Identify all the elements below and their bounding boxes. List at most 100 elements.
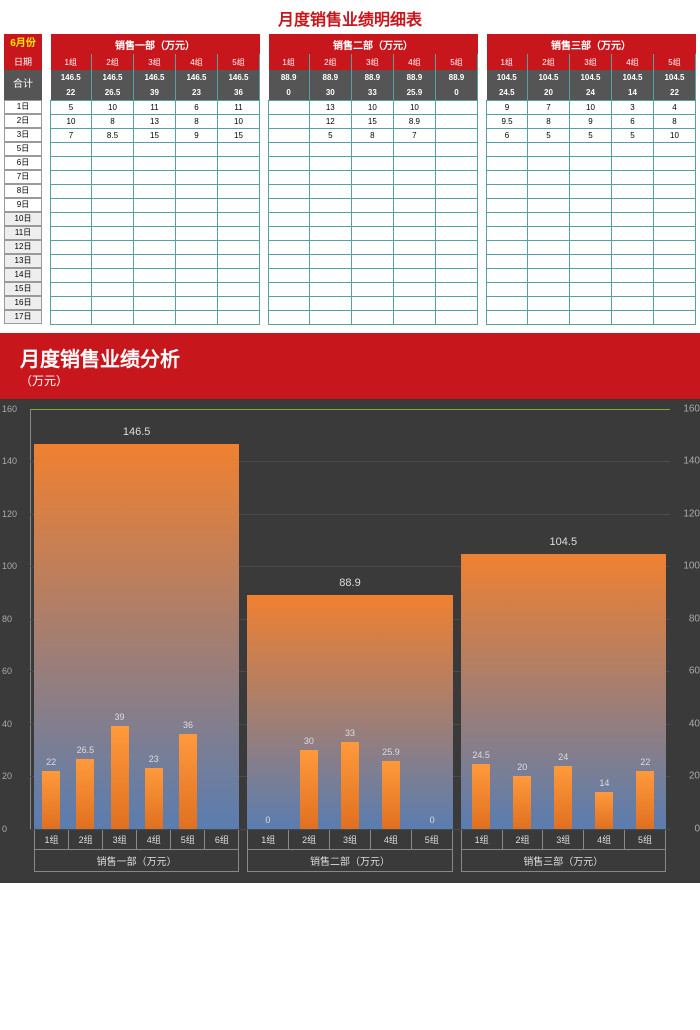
data-cell[interactable]	[217, 212, 259, 226]
data-cell[interactable]	[92, 240, 134, 254]
data-cell[interactable]: 8	[528, 114, 570, 128]
data-cell[interactable]	[217, 156, 259, 170]
data-cell[interactable]	[351, 254, 393, 268]
data-cell[interactable]	[51, 310, 92, 324]
data-cell[interactable]	[92, 142, 134, 156]
data-cell[interactable]	[133, 226, 175, 240]
data-cell[interactable]	[393, 254, 435, 268]
data-cell[interactable]	[393, 184, 435, 198]
data-cell[interactable]: 5	[51, 100, 92, 114]
data-cell[interactable]	[309, 198, 351, 212]
data-cell[interactable]	[269, 282, 310, 296]
data-cell[interactable]	[393, 268, 435, 282]
data-cell[interactable]	[217, 142, 259, 156]
data-cell[interactable]	[269, 212, 310, 226]
data-cell[interactable]	[611, 170, 653, 184]
data-cell[interactable]	[435, 296, 477, 310]
data-cell[interactable]	[653, 226, 695, 240]
data-cell[interactable]: 8	[351, 128, 393, 142]
data-cell[interactable]	[653, 184, 695, 198]
data-cell[interactable]	[435, 268, 477, 282]
data-cell[interactable]	[175, 296, 217, 310]
data-cell[interactable]	[351, 296, 393, 310]
data-cell[interactable]	[653, 310, 695, 324]
data-cell[interactable]: 13	[309, 100, 351, 114]
data-cell[interactable]	[309, 296, 351, 310]
data-cell[interactable]	[51, 254, 92, 268]
data-cell[interactable]	[269, 310, 310, 324]
data-cell[interactable]	[569, 142, 611, 156]
data-cell[interactable]	[528, 240, 570, 254]
data-cell[interactable]	[51, 240, 92, 254]
data-cell[interactable]	[269, 198, 310, 212]
data-cell[interactable]: 8	[92, 114, 134, 128]
data-cell[interactable]	[133, 296, 175, 310]
data-cell[interactable]: 3	[611, 100, 653, 114]
data-cell[interactable]	[435, 184, 477, 198]
data-cell[interactable]: 9	[175, 128, 217, 142]
data-cell[interactable]	[393, 310, 435, 324]
data-cell[interactable]	[351, 170, 393, 184]
data-cell[interactable]: 15	[133, 128, 175, 142]
data-cell[interactable]	[51, 296, 92, 310]
data-cell[interactable]	[269, 170, 310, 184]
data-cell[interactable]	[435, 114, 477, 128]
data-cell[interactable]: 8	[653, 114, 695, 128]
data-cell[interactable]: 6	[175, 100, 217, 114]
data-cell[interactable]	[309, 282, 351, 296]
data-cell[interactable]: 7	[528, 100, 570, 114]
data-cell[interactable]	[435, 170, 477, 184]
data-cell[interactable]	[393, 226, 435, 240]
data-cell[interactable]	[611, 156, 653, 170]
data-cell[interactable]	[569, 156, 611, 170]
data-cell[interactable]	[309, 184, 351, 198]
data-cell[interactable]	[269, 296, 310, 310]
data-cell[interactable]	[269, 100, 310, 114]
data-cell[interactable]	[217, 296, 259, 310]
data-cell[interactable]	[569, 212, 611, 226]
data-cell[interactable]: 7	[51, 128, 92, 142]
data-cell[interactable]: 10	[51, 114, 92, 128]
data-cell[interactable]	[611, 296, 653, 310]
data-cell[interactable]	[133, 184, 175, 198]
data-cell[interactable]	[309, 212, 351, 226]
data-cell[interactable]	[611, 142, 653, 156]
data-cell[interactable]	[435, 254, 477, 268]
data-cell[interactable]	[269, 254, 310, 268]
data-cell[interactable]	[92, 170, 134, 184]
data-cell[interactable]: 5	[611, 128, 653, 142]
data-cell[interactable]	[175, 212, 217, 226]
data-cell[interactable]	[175, 240, 217, 254]
data-cell[interactable]	[653, 254, 695, 268]
data-cell[interactable]	[393, 282, 435, 296]
data-cell[interactable]	[92, 268, 134, 282]
data-cell[interactable]	[133, 198, 175, 212]
data-cell[interactable]	[217, 226, 259, 240]
data-cell[interactable]	[175, 268, 217, 282]
data-cell[interactable]: 10	[569, 100, 611, 114]
data-cell[interactable]: 5	[309, 128, 351, 142]
data-cell[interactable]	[528, 212, 570, 226]
data-cell[interactable]	[393, 212, 435, 226]
data-cell[interactable]	[92, 254, 134, 268]
data-cell[interactable]	[133, 142, 175, 156]
data-cell[interactable]	[435, 240, 477, 254]
data-cell[interactable]	[269, 142, 310, 156]
data-cell[interactable]	[92, 156, 134, 170]
data-cell[interactable]	[435, 212, 477, 226]
data-cell[interactable]	[51, 282, 92, 296]
data-cell[interactable]	[393, 296, 435, 310]
data-cell[interactable]	[435, 198, 477, 212]
data-cell[interactable]	[393, 156, 435, 170]
data-cell[interactable]	[351, 198, 393, 212]
data-cell[interactable]	[217, 268, 259, 282]
data-cell[interactable]	[487, 296, 528, 310]
data-cell[interactable]: 15	[351, 114, 393, 128]
data-cell[interactable]	[133, 212, 175, 226]
data-cell[interactable]	[269, 114, 310, 128]
data-cell[interactable]	[653, 240, 695, 254]
data-cell[interactable]	[393, 198, 435, 212]
data-cell[interactable]	[528, 156, 570, 170]
data-cell[interactable]	[269, 128, 310, 142]
data-cell[interactable]	[528, 268, 570, 282]
